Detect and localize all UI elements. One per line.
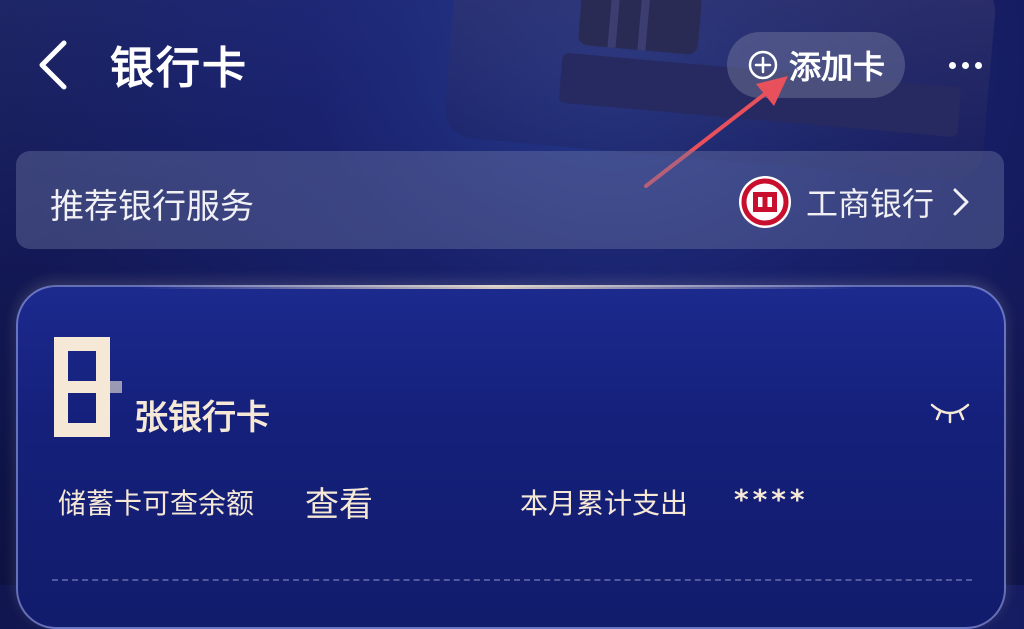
toggle-visibility-button[interactable]	[928, 399, 972, 425]
back-button[interactable]	[30, 35, 80, 95]
more-dots-icon	[961, 61, 969, 69]
chevron-right-icon	[948, 185, 974, 219]
icbc-logo-icon	[738, 175, 792, 229]
more-dots-icon	[974, 61, 982, 69]
add-card-button[interactable]: 添加卡	[727, 32, 905, 98]
more-dots-icon	[948, 61, 956, 69]
monthly-spend-value: ****	[734, 483, 809, 516]
recommended-bank-name: 工商银行	[805, 185, 934, 223]
page-title: 银行卡	[110, 43, 248, 94]
recommended-bank: 工商银行	[738, 175, 974, 229]
recommended-service-title: 推荐银行服务	[50, 187, 254, 227]
view-balance-link[interactable]: 查看	[305, 477, 373, 526]
bank-card-summary[interactable]: 张银行卡 储蓄卡可查余额 查看 本月累计支出 ****	[16, 285, 1006, 629]
eye-closed-icon	[930, 403, 970, 424]
balance-label: 储蓄卡可查余额	[58, 487, 255, 520]
more-button[interactable]	[940, 45, 990, 85]
top-bar: 银行卡 添加卡	[0, 0, 1024, 130]
card-top-glow	[138, 285, 858, 289]
back-arrow-icon	[39, 40, 67, 90]
recommended-bank-service-bar[interactable]: 推荐银行服务 工商银行	[16, 151, 1004, 249]
monthly-spend-label: 本月累计支出	[520, 487, 689, 520]
plus-circle-icon	[748, 50, 778, 80]
add-card-label: 添加卡	[788, 48, 885, 86]
card-count-label: 张银行卡	[134, 398, 270, 438]
card-count-pixelated	[54, 337, 124, 437]
card-divider	[52, 579, 972, 581]
